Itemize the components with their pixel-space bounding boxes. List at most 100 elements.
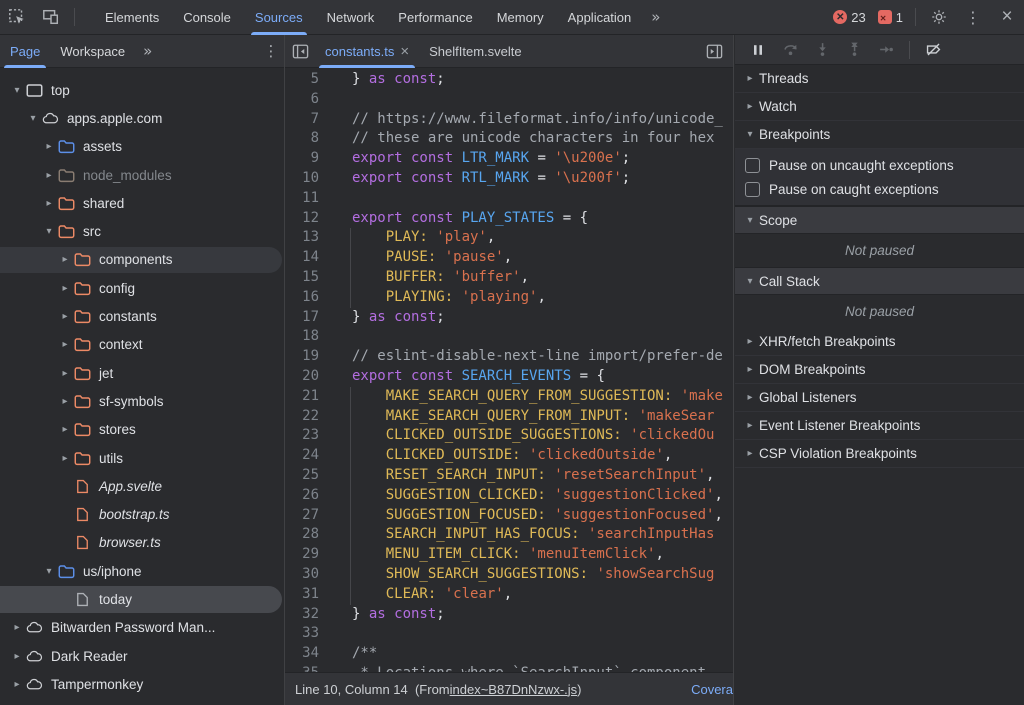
- line-number[interactable]: 31: [285, 585, 319, 605]
- checkbox-icon[interactable]: [745, 158, 760, 173]
- main-tab-memory[interactable]: Memory: [485, 0, 556, 35]
- disclosure-collapsed-icon[interactable]: ▸: [10, 651, 24, 662]
- close-tab-icon[interactable]: ×: [400, 44, 409, 59]
- line-number[interactable]: 24: [285, 446, 319, 466]
- line-number[interactable]: 26: [285, 486, 319, 506]
- tree-item-stores[interactable]: ▸stores: [0, 416, 284, 444]
- tree-item-config[interactable]: ▸config: [0, 274, 284, 302]
- code-line[interactable]: 6: [285, 90, 733, 110]
- code-line[interactable]: 9export const LTR_MARK = '\u200e';: [285, 149, 733, 169]
- inspect-icon[interactable]: [0, 3, 34, 31]
- line-number[interactable]: 19: [285, 347, 319, 367]
- tree-item-dark-reader[interactable]: ▸Dark Reader: [0, 642, 284, 670]
- code-line[interactable]: 23 CLICKED_OUTSIDE_SUGGESTIONS: 'clicked…: [285, 426, 733, 446]
- tree-item-jet[interactable]: ▸jet: [0, 359, 284, 387]
- tree-item-shared[interactable]: ▸shared: [0, 189, 284, 217]
- tree-item-src[interactable]: ▾src: [0, 217, 284, 245]
- section-call-stack[interactable]: ▾Call Stack: [735, 267, 1024, 295]
- main-tab-application[interactable]: Application: [556, 0, 644, 35]
- disclosure-collapsed-icon[interactable]: ▸: [58, 254, 72, 265]
- line-number[interactable]: 25: [285, 466, 319, 486]
- code-line[interactable]: 12export const PLAY_STATES = {: [285, 209, 733, 229]
- kebab-menu-icon[interactable]: ⋮: [258, 37, 284, 65]
- step-icon[interactable]: [871, 37, 901, 63]
- disclosure-collapsed-icon[interactable]: ▸: [42, 198, 56, 209]
- section-watch[interactable]: ▸Watch: [735, 93, 1024, 121]
- code-line[interactable]: 16 PLAYING: 'playing',: [285, 288, 733, 308]
- checkbox-row-pause-on-uncaught-exceptions[interactable]: Pause on uncaught exceptions: [735, 153, 1024, 177]
- tree-item-top[interactable]: ▾top: [0, 76, 284, 104]
- disclosure-expanded-icon[interactable]: ▾: [10, 85, 24, 96]
- line-number[interactable]: 5: [285, 70, 319, 90]
- disclosure-collapsed-icon[interactable]: ▸: [58, 424, 72, 435]
- code-line[interactable]: 21 MAKE_SEARCH_QUERY_FROM_SUGGESTION: 'm…: [285, 387, 733, 407]
- code-line[interactable]: 7// https://www.fileformat.info/info/uni…: [285, 110, 733, 130]
- line-number[interactable]: 15: [285, 268, 319, 288]
- section-csp-violation-breakpoints[interactable]: ▸CSP Violation Breakpoints: [735, 440, 1024, 468]
- coverage-link[interactable]: Covera: [691, 682, 733, 697]
- line-number[interactable]: 12: [285, 209, 319, 229]
- line-number[interactable]: 13: [285, 228, 319, 248]
- line-number[interactable]: 23: [285, 426, 319, 446]
- error-badge[interactable]: ✕ 23: [833, 10, 865, 25]
- checkbox-row-pause-on-caught-exceptions[interactable]: Pause on caught exceptions: [735, 177, 1024, 201]
- disclosure-collapsed-icon[interactable]: ▸: [58, 396, 72, 407]
- step-into-icon[interactable]: [807, 37, 837, 63]
- device-toolbar-icon[interactable]: [34, 3, 68, 31]
- main-tab-performance[interactable]: Performance: [386, 0, 484, 35]
- code-line[interactable]: 33: [285, 624, 733, 644]
- line-number[interactable]: 32: [285, 605, 319, 625]
- line-number[interactable]: 6: [285, 90, 319, 110]
- navigator-tab-workspace[interactable]: Workspace: [50, 35, 135, 68]
- line-number[interactable]: 14: [285, 248, 319, 268]
- code-line[interactable]: 8// these are unicode characters in four…: [285, 129, 733, 149]
- tree-item-tampermonkey[interactable]: ▸Tampermonkey: [0, 670, 284, 698]
- step-over-icon[interactable]: [775, 37, 805, 63]
- main-tab-sources[interactable]: Sources: [243, 0, 315, 35]
- deactivate-breakpoints-icon[interactable]: [918, 37, 948, 63]
- source-map-link[interactable]: index~B87DnNzwx-.js: [450, 682, 578, 697]
- tree-item-bootstrap-ts[interactable]: bootstrap.ts: [0, 500, 284, 528]
- code-line[interactable]: 10export const RTL_MARK = '\u200f';: [285, 169, 733, 189]
- section-xhr-fetch-breakpoints[interactable]: ▸XHR/fetch Breakpoints: [735, 328, 1024, 356]
- tree-item-today[interactable]: today: [0, 585, 284, 613]
- code-line[interactable]: 11: [285, 189, 733, 209]
- line-number[interactable]: 30: [285, 565, 319, 585]
- section-breakpoints[interactable]: ▾Breakpoints: [735, 121, 1024, 149]
- tree-item-bitwarden-password-man-[interactable]: ▸Bitwarden Password Man...: [0, 614, 284, 642]
- main-tab-elements[interactable]: Elements: [93, 0, 171, 35]
- main-tab-console[interactable]: Console: [171, 0, 243, 35]
- code-line[interactable]: 25 RESET_SEARCH_INPUT: 'resetSearchInput…: [285, 466, 733, 486]
- editor-tab-constants-ts[interactable]: constants.ts×: [315, 35, 419, 68]
- line-number[interactable]: 11: [285, 189, 319, 209]
- code-editor[interactable]: 5} as const;67// https://www.fileformat.…: [285, 68, 733, 672]
- line-number[interactable]: 21: [285, 387, 319, 407]
- code-line[interactable]: 34/**: [285, 644, 733, 664]
- disclosure-collapsed-icon[interactable]: ▸: [42, 170, 56, 181]
- line-number[interactable]: 33: [285, 624, 319, 644]
- code-line[interactable]: 17} as const;: [285, 308, 733, 328]
- code-line[interactable]: 18: [285, 327, 733, 347]
- code-line[interactable]: 32} as const;: [285, 605, 733, 625]
- line-number[interactable]: 34: [285, 644, 319, 664]
- tree-item-utils[interactable]: ▸utils: [0, 444, 284, 472]
- line-number[interactable]: 29: [285, 545, 319, 565]
- disclosure-collapsed-icon[interactable]: ▸: [58, 339, 72, 350]
- code-line[interactable]: 27 SUGGESTION_FOCUSED: 'suggestionFocuse…: [285, 506, 733, 526]
- disclosure-collapsed-icon[interactable]: ▸: [58, 311, 72, 322]
- disclosure-collapsed-icon[interactable]: ▸: [58, 453, 72, 464]
- code-line[interactable]: 15 BUFFER: 'buffer',: [285, 268, 733, 288]
- kebab-menu-icon[interactable]: ⋮: [956, 3, 990, 31]
- code-line[interactable]: 31 CLEAR: 'clear',: [285, 585, 733, 605]
- disclosure-collapsed-icon[interactable]: ▸: [10, 622, 24, 633]
- line-number[interactable]: 18: [285, 327, 319, 347]
- line-number[interactable]: 9: [285, 149, 319, 169]
- line-number[interactable]: 10: [285, 169, 319, 189]
- section-threads[interactable]: ▸Threads: [735, 65, 1024, 93]
- tree-item-apps-apple-com[interactable]: ▾apps.apple.com: [0, 104, 284, 132]
- line-number[interactable]: 17: [285, 308, 319, 328]
- section-dom-breakpoints[interactable]: ▸DOM Breakpoints: [735, 356, 1024, 384]
- code-line[interactable]: 35 * Locations where `SearchInput` compo…: [285, 664, 733, 672]
- code-line[interactable]: 30 SHOW_SEARCH_SUGGESTIONS: 'showSearchS…: [285, 565, 733, 585]
- disclosure-expanded-icon[interactable]: ▾: [26, 113, 40, 124]
